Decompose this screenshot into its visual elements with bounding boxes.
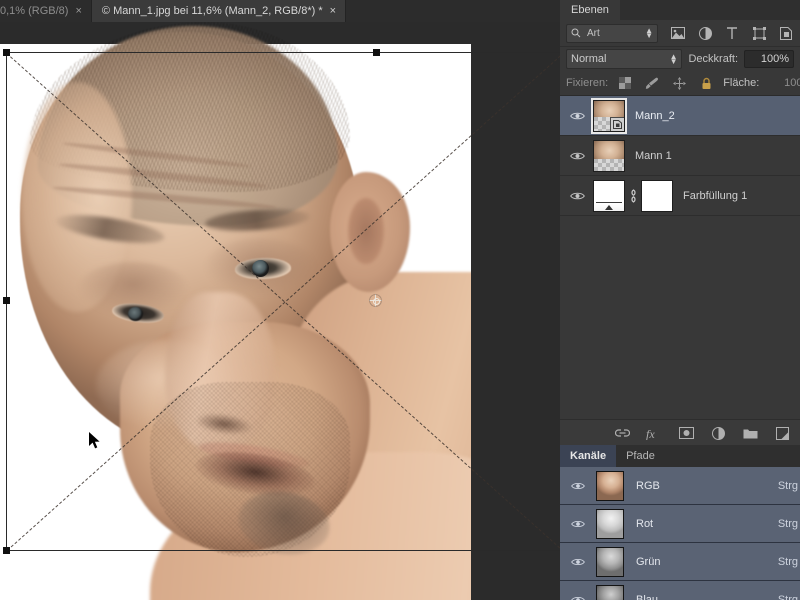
channel-row-blau[interactable]: Blau Strg [560, 581, 800, 600]
search-icon [571, 28, 581, 38]
layer-name[interactable]: Mann 1 [635, 150, 672, 162]
transparency-lock-icon[interactable] [617, 75, 633, 91]
tab-kanaele-label: Kanäle [570, 450, 607, 462]
layer-thumbnail[interactable] [591, 97, 627, 134]
layers-panel-footer: fx [560, 419, 800, 446]
eye-icon [569, 152, 585, 159]
new-group-icon[interactable] [742, 425, 758, 441]
adjustment-filter-icon[interactable] [697, 25, 713, 41]
channel-row-rgb[interactable]: RGB Strg [560, 467, 800, 505]
layer-mask-icon[interactable] [678, 425, 694, 441]
adjustment-layer-icon[interactable] [710, 425, 726, 441]
channel-thumbnail [596, 470, 624, 501]
brush-lock-icon[interactable] [644, 75, 660, 91]
close-icon[interactable]: × [75, 5, 81, 17]
tab-ebenen-label: Ebenen [571, 4, 609, 16]
chevron-updown-icon[interactable]: ▲ ▼ [645, 27, 653, 40]
document-tab-bar: 0,1% (RGB/8) × © Mann_1.jpg bei 11,6% (M… [0, 0, 560, 23]
document-tab-0[interactable]: 0,1% (RGB/8) × [0, 0, 92, 22]
layer-row-mann-2[interactable]: Mann_2 [560, 96, 800, 136]
portrait-image [0, 22, 471, 600]
layer-kind-filter[interactable]: Art ▲ ▼ [566, 23, 658, 43]
mouse-pointer-icon [89, 432, 100, 449]
eye-icon [571, 520, 585, 527]
channel-row-gruen[interactable]: Grün Strg [560, 543, 800, 581]
smartobject-filter-icon[interactable] [778, 25, 794, 41]
eye-icon [571, 482, 585, 489]
layer-name[interactable]: Mann_2 [635, 110, 675, 122]
link-layers-icon[interactable] [614, 425, 630, 441]
layers-panel-tabbar: Ebenen [560, 0, 800, 20]
channel-shortcut: Strg [777, 555, 798, 568]
channel-shortcut: Strg [777, 593, 798, 600]
layer-mask-thumbnail[interactable] [641, 179, 673, 212]
tab-pfade[interactable]: Pfade [616, 445, 665, 467]
blend-mode-value: Normal [571, 53, 607, 65]
smart-object-badge-icon [610, 116, 624, 131]
blend-mode-select[interactable]: Normal ▲ ▼ [566, 49, 683, 69]
tab-kanaele[interactable]: Kanäle [560, 445, 617, 467]
document-tab-1[interactable]: © Mann_1.jpg bei 11,6% (Mann_2, RGB/8*) … [91, 0, 347, 22]
opacity-label: Deckkraft: [688, 53, 738, 65]
channel-thumbnail [596, 546, 624, 577]
mask-link-icon[interactable] [625, 188, 641, 203]
close-icon[interactable]: × [330, 5, 336, 17]
tab-ebenen[interactable]: Ebenen [560, 0, 620, 20]
visibility-toggle[interactable] [566, 557, 590, 567]
image-filter-icon[interactable] [670, 25, 686, 41]
visibility-toggle[interactable] [566, 595, 590, 600]
channel-shortcut: Strg [777, 479, 798, 492]
layer-row-farbfuellung-1[interactable]: Farbfüllung 1 [560, 176, 800, 216]
channel-shortcut: Strg [777, 517, 798, 530]
tab-pfade-label: Pfade [626, 450, 655, 462]
layer-row-mann-1[interactable]: Mann 1 [560, 136, 800, 176]
chevron-updown-icon[interactable]: ▲ ▼ [670, 53, 678, 66]
position-lock-icon[interactable] [671, 75, 687, 91]
eye-icon [569, 112, 585, 119]
layer-style-fx-icon[interactable]: fx [646, 425, 662, 441]
channel-thumbnail [596, 584, 624, 600]
photoshop-window: 0,1% (RGB/8) × © Mann_1.jpg bei 11,6% (M… [0, 0, 800, 600]
lock-icon-group [617, 75, 714, 91]
fill-label: Fläche: [723, 77, 760, 89]
shape-filter-icon[interactable] [751, 25, 767, 41]
layer-filter-row: Art ▲ ▼ [560, 20, 800, 47]
visibility-toggle[interactable] [564, 151, 590, 161]
channels-panel-tabbar: Kanäle Pfade [560, 445, 800, 467]
visibility-toggle[interactable] [564, 111, 590, 121]
channel-name: Blau [636, 593, 659, 600]
lock-row: Fixieren: Fläche: 100% [560, 71, 800, 96]
visibility-toggle[interactable] [566, 481, 590, 491]
layer-list: Mann_2 Mann 1 Farbfüllung 1 [560, 96, 800, 216]
text-filter-icon[interactable] [724, 25, 740, 41]
new-layer-icon[interactable] [774, 425, 790, 441]
lock-label: Fixieren: [566, 77, 609, 89]
all-lock-icon[interactable] [698, 75, 714, 91]
channel-thumbnail [596, 508, 624, 539]
channel-name: RGB [636, 479, 660, 492]
layer-name[interactable]: Farbfüllung 1 [683, 190, 747, 202]
layer-kind-label: Art [587, 27, 600, 39]
visibility-toggle[interactable] [566, 519, 590, 529]
visibility-toggle[interactable] [564, 191, 590, 201]
layer-filter-type-icons [670, 25, 794, 41]
blend-mode-row: Normal ▲ ▼ Deckkraft: 100% [560, 47, 800, 71]
channels-panel: Kanäle Pfade RGB Strg Rot Strg Grün Strg… [560, 445, 800, 600]
channel-name: Grün [636, 555, 661, 568]
eye-icon [569, 192, 585, 199]
channel-name: Rot [636, 517, 654, 530]
opacity-input[interactable]: 100% [744, 50, 794, 68]
fill-layer-thumbnail[interactable] [593, 179, 625, 212]
svg-text:fx: fx [646, 427, 655, 440]
document-tab-1-label: © Mann_1.jpg bei 11,6% (Mann_2, RGB/8*) … [101, 5, 323, 17]
channel-row-rot[interactable]: Rot Strg [560, 505, 800, 543]
eye-icon [571, 596, 585, 600]
canvas-area[interactable] [0, 22, 560, 600]
document-tab-0-label: 0,1% (RGB/8) [0, 5, 69, 17]
eye-icon [571, 558, 585, 565]
fill-input[interactable]: 100% [768, 75, 800, 91]
layer-thumbnail[interactable] [593, 139, 625, 172]
